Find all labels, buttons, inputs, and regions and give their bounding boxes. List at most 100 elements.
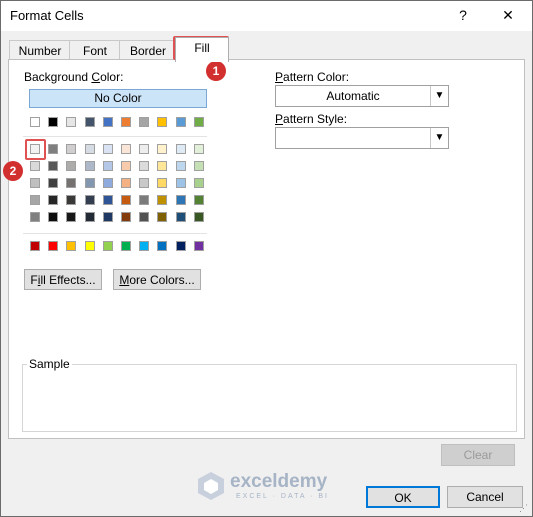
color-swatch-standard-8[interactable] xyxy=(157,241,167,251)
color-swatch-standard-5[interactable] xyxy=(103,241,113,251)
more-colors-button[interactable]: More Colors... xyxy=(113,269,201,290)
color-swatch-tint4-4[interactable] xyxy=(85,195,95,205)
color-swatch-tint3-1[interactable] xyxy=(30,178,40,188)
color-swatch-tint5-3[interactable] xyxy=(66,212,76,222)
color-swatch-theme-4[interactable] xyxy=(85,117,95,127)
color-swatch-theme-10[interactable] xyxy=(194,117,204,127)
color-swatch-tint2-3[interactable] xyxy=(66,161,76,171)
color-swatch-tint1-8[interactable] xyxy=(157,144,167,154)
pattern-color-select[interactable]: Automatic ▼ xyxy=(275,85,449,107)
color-swatch-tint5-5[interactable] xyxy=(103,212,113,222)
resize-grip-icon[interactable]: ⋰ xyxy=(519,503,529,513)
color-swatch-standard-1[interactable] xyxy=(30,241,40,251)
color-swatch-tint1-5[interactable] xyxy=(103,144,113,154)
color-swatch-tint4-6[interactable] xyxy=(121,195,131,205)
color-swatch-tint3-7[interactable] xyxy=(139,178,149,188)
color-swatch-tint4-2[interactable] xyxy=(48,195,58,205)
color-swatch-tint2-8[interactable] xyxy=(157,161,167,171)
color-swatch-tint3-4[interactable] xyxy=(85,178,95,188)
color-swatch-tint3-5[interactable] xyxy=(103,178,113,188)
color-swatch-tint5-1[interactable] xyxy=(30,212,40,222)
color-swatch-tint1-2[interactable] xyxy=(48,144,58,154)
color-swatch-standard-9[interactable] xyxy=(176,241,186,251)
callout-badge-1: 1 xyxy=(206,61,226,81)
color-swatch-tint5-4[interactable] xyxy=(85,212,95,222)
color-swatch-theme-2[interactable] xyxy=(48,117,58,127)
color-swatch-tint5-7[interactable] xyxy=(139,212,149,222)
color-swatch-theme-1[interactable] xyxy=(30,117,40,127)
pattern-color-value: Automatic xyxy=(326,89,380,103)
color-swatch-tint4-3[interactable] xyxy=(66,195,76,205)
color-swatch-tint2-6[interactable] xyxy=(121,161,131,171)
color-swatch-tint2-7[interactable] xyxy=(139,161,149,171)
color-swatch-tint3-10[interactable] xyxy=(194,178,204,188)
color-swatch-tint1-6[interactable] xyxy=(121,144,131,154)
color-swatch-tint3-6[interactable] xyxy=(121,178,131,188)
clear-button[interactable]: Clear xyxy=(441,444,515,466)
color-swatch-standard-3[interactable] xyxy=(66,241,76,251)
color-swatch-tint2-5[interactable] xyxy=(103,161,113,171)
watermark-tagline: EXCEL · DATA · BI xyxy=(236,493,329,500)
tab-font[interactable]: Font xyxy=(69,40,121,61)
format-cells-dialog: Format Cells ? ✕ Number Font Border Fill… xyxy=(0,0,533,517)
color-swatch-tint1-9[interactable] xyxy=(176,144,186,154)
tab-number[interactable]: Number xyxy=(9,40,71,61)
tab-border[interactable]: Border xyxy=(119,40,177,61)
tab-strip: Number Font Border Fill xyxy=(7,37,527,62)
color-swatch-tint5-9[interactable] xyxy=(176,212,186,222)
color-swatch-tint1-4[interactable] xyxy=(85,144,95,154)
fill-panel: Background Color: No Color Fill Effects.… xyxy=(8,59,525,439)
color-swatch-tint2-4[interactable] xyxy=(85,161,95,171)
help-button[interactable]: ? xyxy=(452,5,474,25)
pattern-style-label: Pattern Style: xyxy=(275,112,348,126)
fill-effects-button[interactable]: Fill Effects... xyxy=(24,269,102,290)
color-swatch-tint5-2[interactable] xyxy=(48,212,58,222)
color-swatch-theme-5[interactable] xyxy=(103,117,113,127)
color-swatch-standard-10[interactable] xyxy=(194,241,204,251)
ok-button[interactable]: OK xyxy=(366,486,440,508)
tab-fill[interactable]: Fill xyxy=(175,37,229,62)
color-swatch-tint2-9[interactable] xyxy=(176,161,186,171)
color-swatch-tint3-2[interactable] xyxy=(48,178,58,188)
sample-group: Sample xyxy=(22,357,517,432)
color-swatch-standard-2[interactable] xyxy=(48,241,58,251)
watermark-name: exceldemy xyxy=(230,471,328,492)
color-swatch-tint1-7[interactable] xyxy=(139,144,149,154)
color-swatch-theme-9[interactable] xyxy=(176,117,186,127)
chevron-down-icon[interactable]: ▼ xyxy=(430,128,448,148)
color-swatch-tint1-10[interactable] xyxy=(194,144,204,154)
color-swatch-tint2-1[interactable] xyxy=(30,161,40,171)
color-swatch-theme-7[interactable] xyxy=(139,117,149,127)
pattern-style-select[interactable]: ▼ xyxy=(275,127,449,149)
background-color-label: Background Color: xyxy=(24,70,124,84)
color-swatch-tint4-7[interactable] xyxy=(139,195,149,205)
title-bar: Format Cells ? ✕ xyxy=(1,1,532,31)
color-swatch-standard-4[interactable] xyxy=(85,241,95,251)
color-swatch-tint4-5[interactable] xyxy=(103,195,113,205)
color-swatch-tint5-10[interactable] xyxy=(194,212,204,222)
color-swatch-standard-6[interactable] xyxy=(121,241,131,251)
color-swatch-standard-7[interactable] xyxy=(139,241,149,251)
color-swatch-tint2-10[interactable] xyxy=(194,161,204,171)
exceldemy-watermark: exceldemy EXCEL · DATA · BI xyxy=(196,469,346,505)
color-swatch-tint4-9[interactable] xyxy=(176,195,186,205)
cancel-button[interactable]: Cancel xyxy=(447,486,523,508)
color-swatch-tint4-10[interactable] xyxy=(194,195,204,205)
palette-divider xyxy=(23,233,207,234)
color-swatch-tint3-8[interactable] xyxy=(157,178,167,188)
color-swatch-tint5-6[interactable] xyxy=(121,212,131,222)
color-swatch-theme-8[interactable] xyxy=(157,117,167,127)
color-swatch-tint1-3[interactable] xyxy=(66,144,76,154)
close-button[interactable]: ✕ xyxy=(497,5,519,25)
chevron-down-icon[interactable]: ▼ xyxy=(430,86,448,106)
color-swatch-theme-3[interactable] xyxy=(66,117,76,127)
color-swatch-tint4-1[interactable] xyxy=(30,195,40,205)
color-swatch-tint5-8[interactable] xyxy=(157,212,167,222)
no-color-button[interactable]: No Color xyxy=(29,89,207,108)
color-swatch-theme-6[interactable] xyxy=(121,117,131,127)
exceldemy-logo-icon xyxy=(198,472,224,500)
color-swatch-tint2-2[interactable] xyxy=(48,161,58,171)
color-swatch-tint3-9[interactable] xyxy=(176,178,186,188)
color-swatch-tint4-8[interactable] xyxy=(157,195,167,205)
color-swatch-tint3-3[interactable] xyxy=(66,178,76,188)
